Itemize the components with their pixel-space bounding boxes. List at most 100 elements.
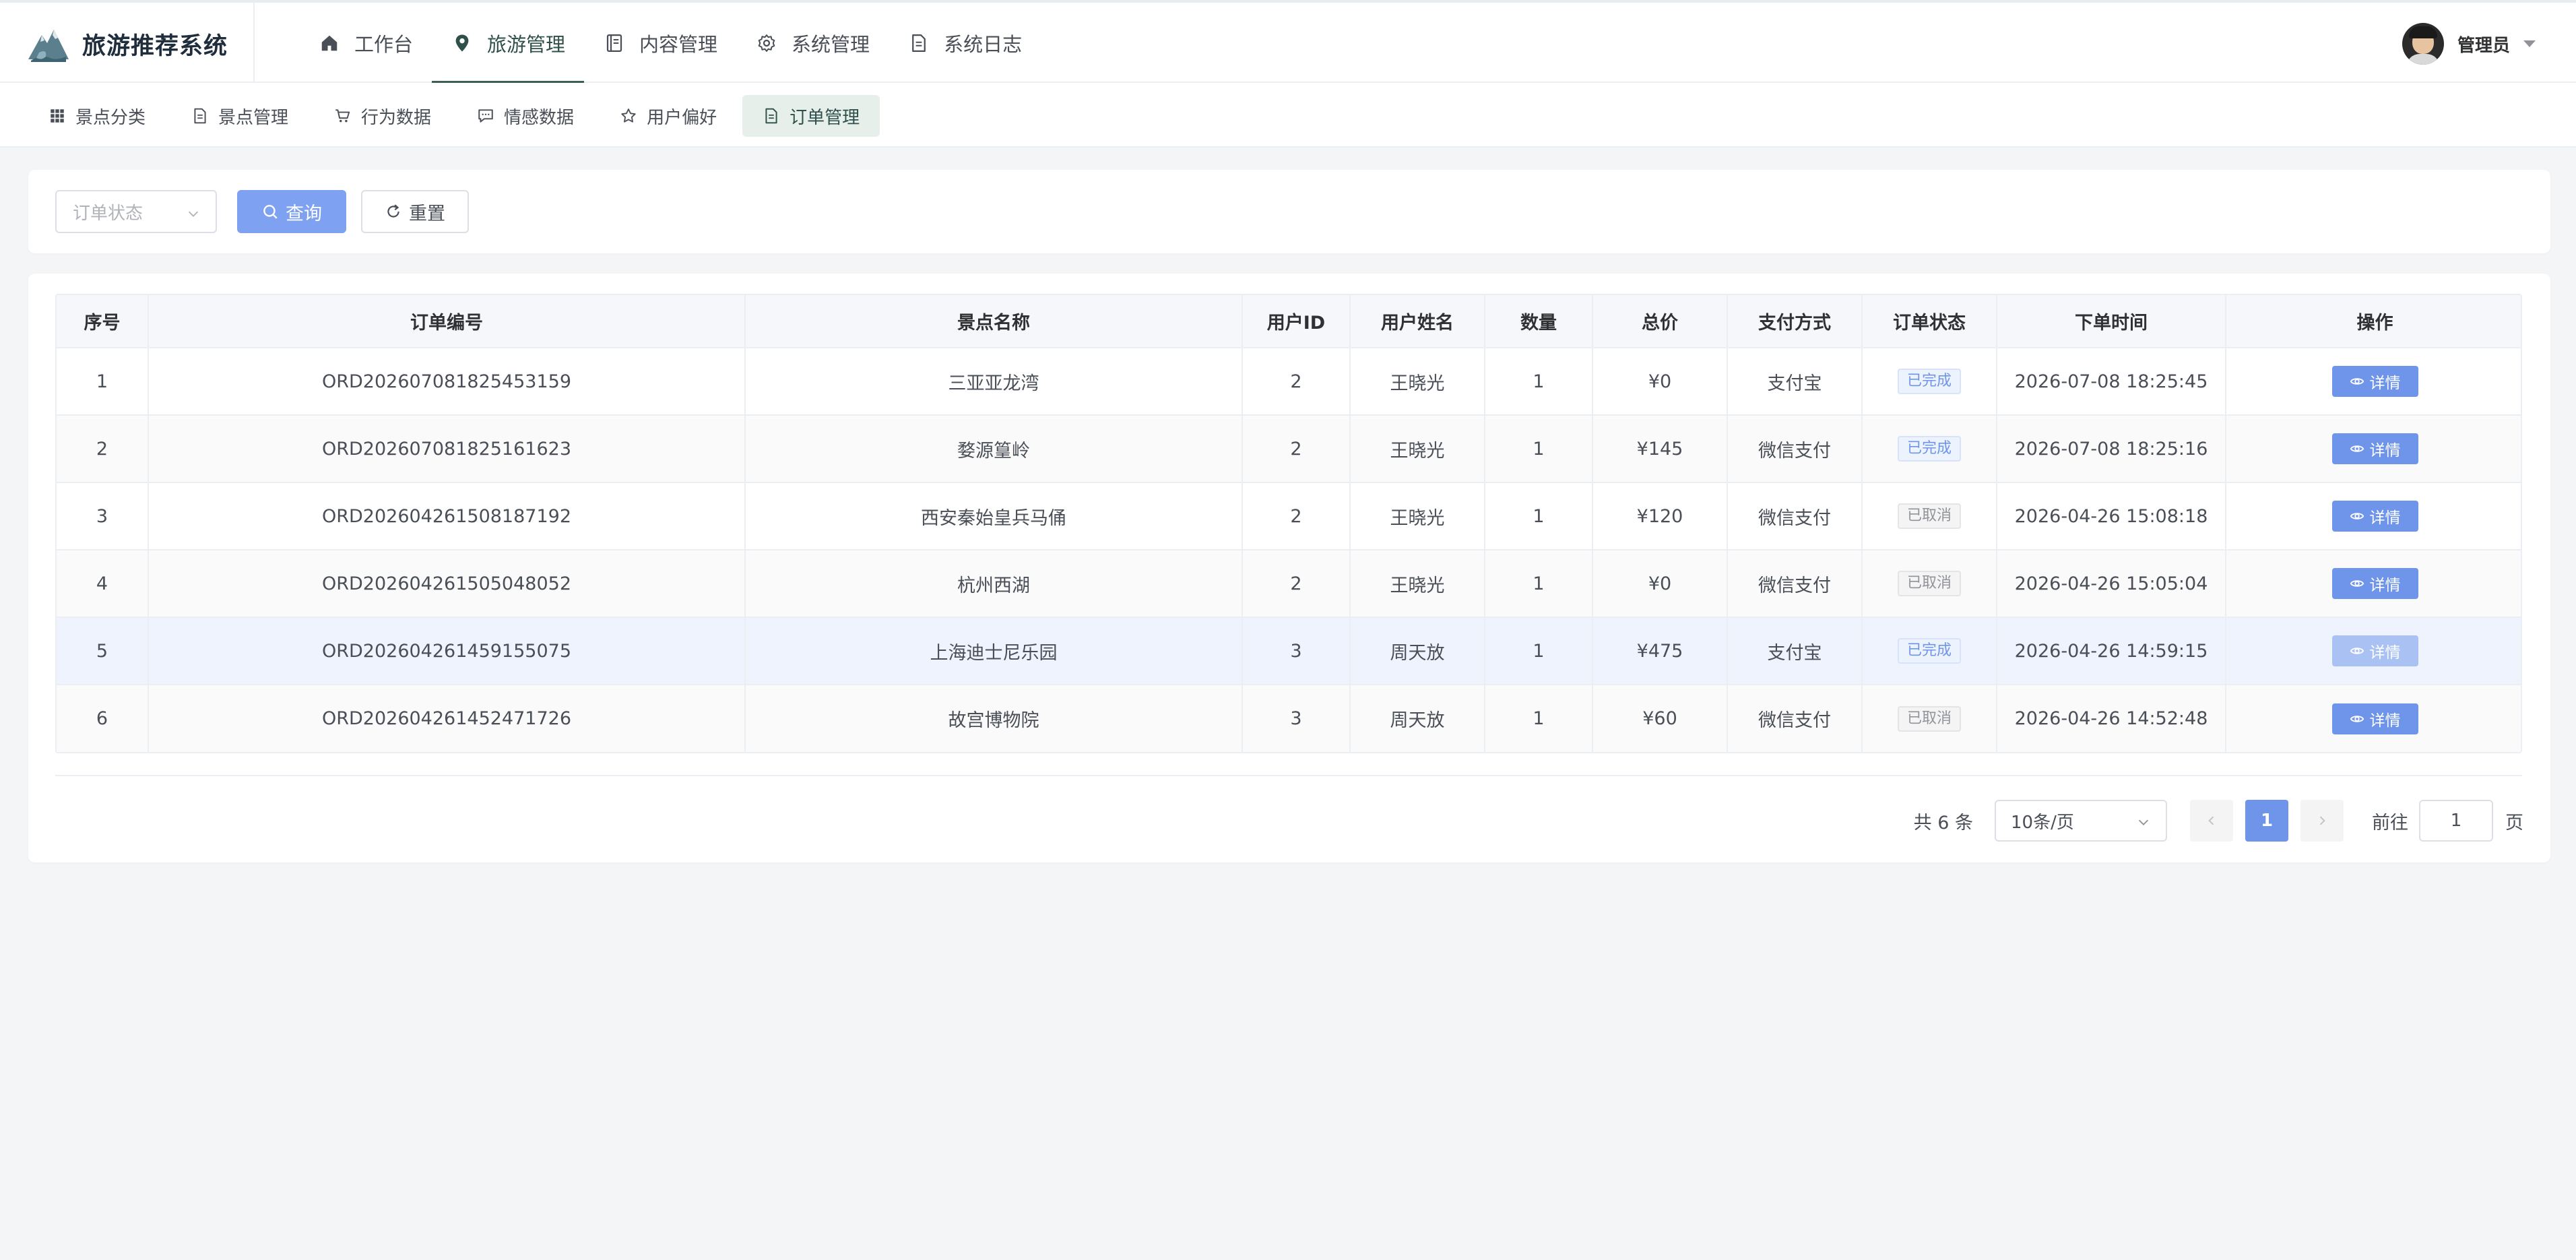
cell-quantity: 1	[1485, 550, 1593, 618]
sub-tab-bar: 景点分类 景点管理 行为数据 情感数据 用户偏好 订单管理	[0, 83, 2576, 148]
eye-icon	[2350, 513, 2364, 519]
goto-page-input[interactable]: 1	[2419, 800, 2493, 842]
tab-sentiment-data[interactable]: 情感数据	[457, 95, 594, 137]
page-size-select[interactable]: 10条/页	[1995, 800, 2167, 842]
topnav-item-system[interactable]: 系统管理	[736, 3, 889, 83]
status-badge: 已取消	[1897, 705, 1961, 732]
cell-status: 已完成	[1862, 415, 1997, 483]
cell-index: 6	[57, 685, 149, 752]
status-badge: 已完成	[1897, 638, 1961, 664]
book-icon	[606, 34, 622, 52]
cell-order-no: ORD202607081825161623	[148, 415, 746, 483]
document-icon	[912, 34, 926, 52]
tab-order-management[interactable]: 订单管理	[742, 95, 880, 137]
cell-status: 已取消	[1862, 550, 1997, 618]
cell-status: 已完成	[1862, 617, 1997, 685]
cell-index: 1	[57, 348, 149, 416]
tab-behavior-data[interactable]: 行为数据	[314, 95, 451, 137]
chevron-right-icon	[2319, 816, 2325, 825]
pagination: 共 6 条 10条/页 1 前往 1 页	[1914, 799, 2523, 842]
brand-title: 旅游推荐系统	[82, 33, 228, 60]
refresh-icon	[387, 204, 399, 218]
eye-icon	[2350, 715, 2364, 722]
cell-order-no: ORD202604261459155075	[148, 617, 746, 685]
cell-time: 2026-07-08 18:25:45	[1997, 348, 2226, 416]
tab-spot-management[interactable]: 景点管理	[171, 95, 309, 137]
topnav-item-label: 内容管理	[639, 32, 718, 56]
cell-user-id: 3	[1242, 685, 1351, 752]
cell-quantity: 1	[1485, 415, 1593, 483]
reset-button[interactable]: 重置	[361, 190, 469, 233]
prev-page-button[interactable]	[2190, 800, 2233, 842]
cell-payment: 支付宝	[1727, 348, 1863, 416]
table-row: 4 ORD202604261505048052 杭州西湖 2 王晓光 1 ¥0 …	[57, 550, 2521, 618]
cell-quantity: 1	[1485, 348, 1593, 416]
next-page-button[interactable]	[2300, 800, 2344, 842]
order-status-select[interactable]: 订单状态	[55, 190, 217, 233]
cell-status: 已取消	[1862, 685, 1997, 752]
detail-button-label: 详情	[2369, 644, 2401, 662]
cell-actions: 详情	[2226, 415, 2521, 483]
cell-user-id: 2	[1242, 348, 1351, 416]
search-icon	[263, 205, 278, 219]
table-row: 2 ORD202607081825161623 婺源篁岭 2 王晓光 1 ¥14…	[57, 415, 2521, 483]
top-nav: 工作台 旅游管理 内容管理 系统管理 系统日志	[299, 3, 1041, 84]
detail-button-label: 详情	[2369, 442, 2401, 460]
cell-total: ¥0	[1592, 550, 1728, 618]
topnav-item-logs[interactable]: 系统日志	[889, 3, 1041, 83]
tab-label: 订单管理	[790, 107, 860, 128]
query-button[interactable]: 查询	[237, 190, 346, 233]
cell-time: 2026-04-26 14:59:15	[1997, 617, 2226, 685]
user-menu[interactable]: 管理员	[2402, 23, 2536, 65]
status-badge: 已完成	[1897, 436, 1961, 462]
page-size-value: 10条/页	[2011, 812, 2074, 833]
detail-button-label: 详情	[2369, 509, 2401, 527]
cell-total: ¥0	[1592, 348, 1728, 416]
topnav-item-travel[interactable]: 旅游管理	[432, 3, 585, 84]
chevron-down-icon	[2138, 819, 2149, 825]
cell-status: 已取消	[1862, 482, 1997, 550]
column-header: 总价	[1592, 295, 1728, 348]
cell-time: 2026-04-26 14:52:48	[1997, 685, 2226, 752]
status-badge: 已取消	[1897, 571, 1961, 596]
tab-label: 景点分类	[75, 107, 146, 128]
detail-button[interactable]: 详情	[2331, 703, 2418, 734]
status-badge: 已完成	[1897, 369, 1961, 394]
chevron-down-icon	[188, 211, 199, 217]
detail-button[interactable]: 详情	[2331, 501, 2418, 532]
column-header: 操作	[2226, 295, 2521, 348]
avatar	[2402, 23, 2444, 65]
detail-button[interactable]: 详情	[2331, 635, 2418, 666]
cell-user-name: 周天放	[1350, 617, 1485, 685]
detail-button[interactable]: 详情	[2331, 433, 2418, 464]
gear-icon	[758, 34, 775, 52]
tab-user-preference[interactable]: 用户偏好	[600, 95, 737, 137]
table-row: 3 ORD202604261508187192 西安秦始皇兵马俑 2 王晓光 1…	[57, 482, 2521, 550]
document-icon	[765, 108, 777, 124]
order-status-placeholder: 订单状态	[73, 203, 143, 224]
order-table: 序号 订单编号 景点名称 用户ID 用户姓名 数量 总价 支付方式 订单状态 下…	[55, 294, 2522, 753]
filter-panel: 订单状态 查询 重置	[28, 170, 2550, 253]
page-number-button[interactable]: 1	[2245, 800, 2288, 842]
column-header: 订单状态	[1862, 295, 1997, 348]
detail-button[interactable]: 详情	[2331, 568, 2418, 599]
table-row: 1 ORD202607081825453159 三亚亚龙湾 2 王晓光 1 ¥0…	[57, 348, 2521, 416]
cell-index: 2	[57, 415, 149, 483]
grid-icon	[51, 109, 64, 123]
query-button-label: 查询	[286, 203, 322, 224]
detail-button-label: 详情	[2369, 577, 2401, 594]
cell-spot-name: 三亚亚龙湾	[745, 348, 1243, 416]
page-unit-label: 页	[2505, 812, 2523, 833]
topnav-item-content[interactable]: 内容管理	[584, 3, 736, 83]
cell-total: ¥475	[1592, 617, 1728, 685]
topnav-item-workbench[interactable]: 工作台	[299, 3, 432, 83]
table-row: 6 ORD202604261452471726 故宫博物院 3 周天放 1 ¥6…	[57, 685, 2521, 752]
cell-order-no: ORD202607081825453159	[148, 348, 746, 416]
cell-user-name: 周天放	[1350, 685, 1485, 752]
tab-spot-category[interactable]: 景点分类	[28, 95, 166, 137]
eye-icon	[2350, 648, 2364, 654]
cell-time: 2026-07-08 18:25:16	[1997, 415, 2226, 483]
detail-button[interactable]: 详情	[2331, 366, 2418, 397]
reset-button-label: 重置	[409, 203, 445, 224]
cell-quantity: 1	[1485, 482, 1593, 550]
